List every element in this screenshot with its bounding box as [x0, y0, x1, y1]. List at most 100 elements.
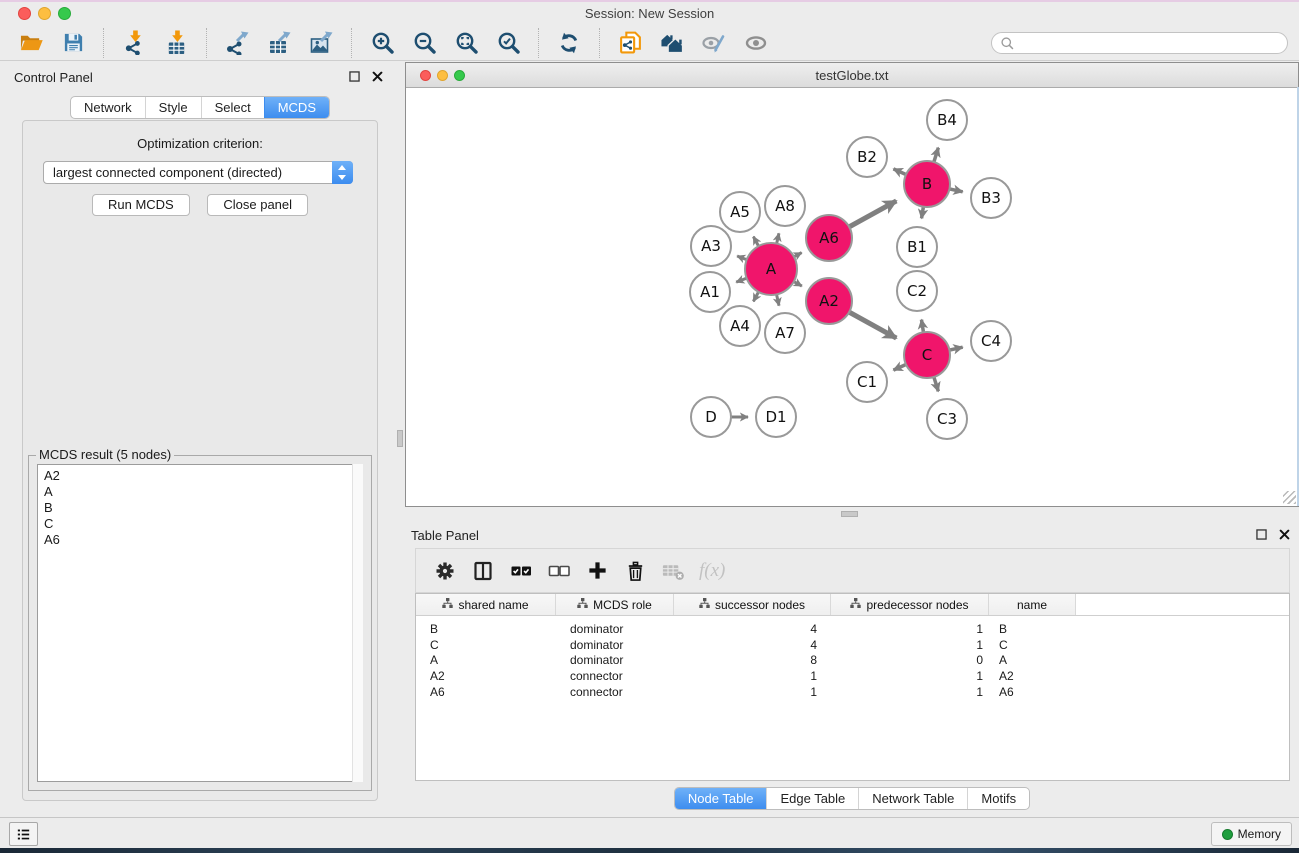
table-cell[interactable]: 4 — [674, 638, 831, 654]
table-cell[interactable]: A6 — [416, 685, 556, 701]
tab-select[interactable]: Select — [201, 97, 264, 118]
table-cell[interactable]: 0 — [831, 653, 989, 669]
export-network-icon[interactable] — [222, 28, 252, 58]
table-cell[interactable]: 1 — [831, 685, 989, 701]
add-column-icon[interactable] — [585, 559, 609, 583]
memory-button[interactable]: Memory — [1211, 822, 1292, 846]
deselect-all-icon[interactable] — [547, 559, 571, 583]
table-row[interactable]: A2connector11A2 — [416, 669, 1289, 685]
table-cell[interactable]: B — [416, 622, 556, 638]
mcds-result-item[interactable]: A — [44, 484, 356, 500]
table-cell[interactable]: 1 — [831, 669, 989, 685]
mcds-result-item[interactable]: A2 — [44, 468, 356, 484]
tab-mcds[interactable]: MCDS — [264, 97, 329, 118]
zoom-out-icon[interactable] — [409, 28, 439, 58]
search-input[interactable] — [1015, 36, 1279, 50]
column-type-icon — [850, 598, 861, 612]
search-box[interactable] — [991, 32, 1288, 54]
table-cell[interactable]: A2 — [989, 669, 1076, 685]
new-network-from-selection-icon[interactable] — [615, 28, 645, 58]
tab-network[interactable]: Network — [71, 97, 145, 118]
table-cell[interactable]: 1 — [674, 685, 831, 701]
table-cell[interactable]: dominator — [556, 653, 674, 669]
mcds-list-scrollbar[interactable] — [352, 464, 363, 782]
mcds-panel: Optimization criterion: largest connecte… — [22, 120, 378, 801]
delete-columns-icon[interactable] — [623, 559, 647, 583]
column-label: shared name — [458, 598, 528, 612]
column-header-MCDS-role[interactable]: MCDS role — [556, 594, 674, 615]
table-cell[interactable]: A — [416, 653, 556, 669]
table-cell[interactable]: 1 — [831, 622, 989, 638]
save-session-icon[interactable] — [58, 28, 88, 58]
tab-network-table[interactable]: Network Table — [858, 788, 967, 809]
table-cell[interactable]: connector — [556, 669, 674, 685]
close-table-panel-icon[interactable] — [1278, 528, 1291, 541]
column-label: successor nodes — [715, 598, 805, 612]
select-all-icon[interactable] — [509, 559, 533, 583]
mcds-result-item[interactable]: B — [44, 500, 356, 516]
table-row[interactable]: Cdominator41C — [416, 638, 1289, 654]
table-cell[interactable]: 1 — [674, 669, 831, 685]
table-cell[interactable]: B — [989, 622, 1076, 638]
column-header-shared-name[interactable]: shared name — [416, 594, 556, 615]
hide-graphics-details-icon[interactable] — [699, 28, 729, 58]
float-panel-icon[interactable] — [348, 70, 361, 83]
network-graph[interactable]: B4B2BB3A5A8A6A3B1AA1C2A2A4A7C4CC1C3DD1 — [406, 88, 1297, 506]
table-cell[interactable]: dominator — [556, 638, 674, 654]
mcds-result-item[interactable]: A6 — [44, 532, 356, 548]
column-type-icon — [442, 598, 453, 612]
tab-style[interactable]: Style — [145, 97, 201, 118]
horizontal-splitter-handle[interactable] — [841, 511, 858, 517]
refresh-icon[interactable] — [554, 28, 584, 58]
table-cell[interactable]: C — [416, 638, 556, 654]
vertical-splitter-handle[interactable] — [397, 430, 403, 447]
zoom-in-icon[interactable] — [367, 28, 397, 58]
mcds-result-item[interactable]: C — [44, 516, 356, 532]
run-mcds-button[interactable]: Run MCDS — [92, 194, 190, 216]
column-header-successor-nodes[interactable]: successor nodes — [674, 594, 831, 615]
table-cell[interactable]: 8 — [674, 653, 831, 669]
zoom-selected-icon[interactable] — [493, 28, 523, 58]
toolbar-separator — [599, 28, 600, 58]
table-settings-icon[interactable] — [433, 559, 457, 583]
task-history-button[interactable] — [9, 822, 38, 846]
network-canvas[interactable]: B4B2BB3A5A8A6A3B1AA1C2A2A4A7C4CC1C3DD1 — [406, 88, 1297, 505]
graph-node-label-C1: C1 — [857, 373, 877, 391]
close-panel-icon[interactable] — [371, 70, 384, 83]
split-panel-icon[interactable] — [471, 559, 495, 583]
column-header-predecessor-nodes[interactable]: predecessor nodes — [831, 594, 989, 615]
mcds-result-list[interactable]: A2ABCA6 — [37, 464, 363, 782]
main-toolbar — [0, 25, 1299, 61]
column-type-icon — [577, 598, 588, 612]
table-cell[interactable]: connector — [556, 685, 674, 701]
table-cell[interactable]: 4 — [674, 622, 831, 638]
table-row[interactable]: Bdominator41B — [416, 622, 1289, 638]
open-session-icon[interactable] — [16, 28, 46, 58]
resize-grip-icon[interactable] — [1283, 491, 1296, 504]
table-row[interactable]: A6connector11A6 — [416, 685, 1289, 701]
criterion-dropdown[interactable]: largest connected component (directed) — [43, 161, 353, 184]
tab-edge-table[interactable]: Edge Table — [766, 788, 858, 809]
tab-motifs[interactable]: Motifs — [967, 788, 1029, 809]
table-cell[interactable]: A6 — [989, 685, 1076, 701]
tab-node-table[interactable]: Node Table — [675, 788, 767, 809]
table-cell[interactable]: dominator — [556, 622, 674, 638]
export-image-icon[interactable] — [306, 28, 336, 58]
home-layout-icon[interactable] — [657, 28, 687, 58]
show-graphics-details-icon[interactable] — [741, 28, 771, 58]
export-table-icon[interactable] — [264, 28, 294, 58]
close-panel-button[interactable]: Close panel — [207, 194, 308, 216]
table-cell[interactable]: C — [989, 638, 1076, 654]
table-cell[interactable]: A2 — [416, 669, 556, 685]
column-header-name[interactable]: name — [989, 594, 1076, 615]
table-cell[interactable]: 1 — [831, 638, 989, 654]
network-window-titlebar[interactable]: testGlobe.txt — [406, 63, 1298, 88]
float-table-panel-icon[interactable] — [1255, 528, 1268, 541]
mcds-result-groupbox: MCDS result (5 nodes) A2ABCA6 — [28, 455, 372, 791]
column-label: predecessor nodes — [866, 598, 968, 612]
import-network-icon[interactable] — [119, 28, 149, 58]
zoom-fit-icon[interactable] — [451, 28, 481, 58]
table-cell[interactable]: A — [989, 653, 1076, 669]
table-row[interactable]: Adominator80A — [416, 653, 1289, 669]
import-table-icon[interactable] — [161, 28, 191, 58]
